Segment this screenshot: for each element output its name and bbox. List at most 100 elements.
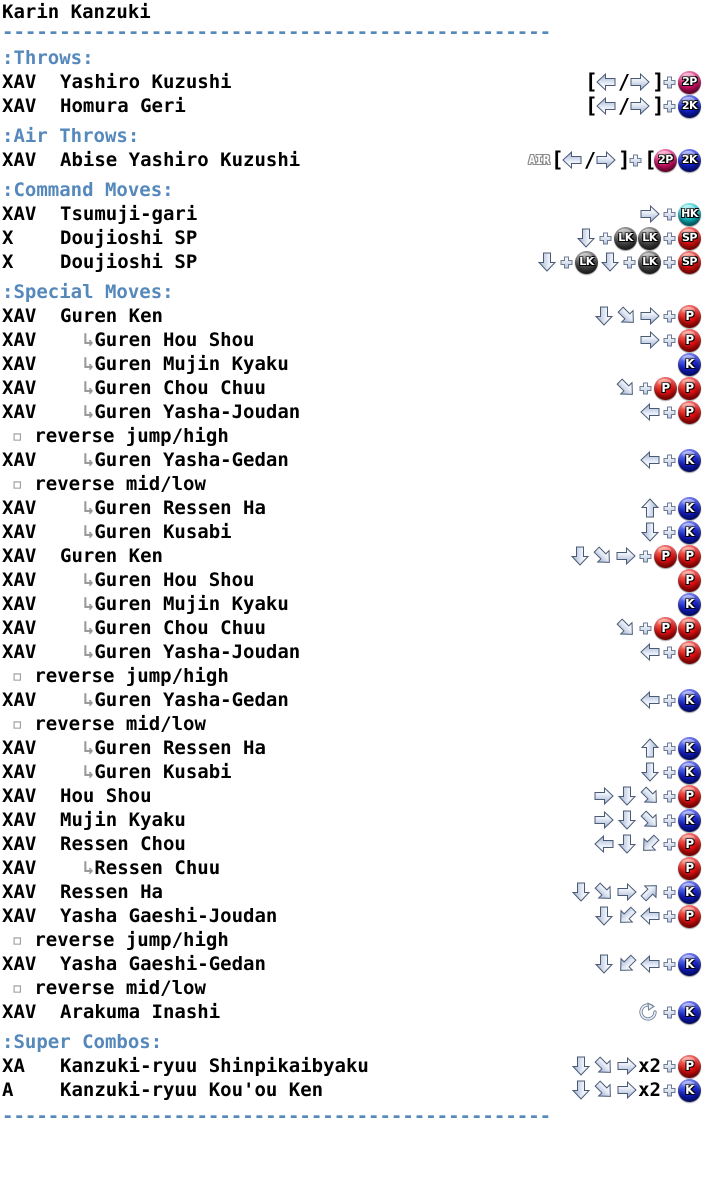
- section-heading: :Air Throws:: [2, 125, 140, 147]
- or-slash-symbol: /: [618, 70, 631, 94]
- move-level-tag: XAV: [2, 905, 37, 927]
- section-heading: :Command Moves:: [2, 179, 174, 201]
- plus-icon: [662, 737, 677, 759]
- arrow-downright-icon: [615, 617, 637, 639]
- repeat-x2-label: x2: [638, 1055, 661, 1077]
- arrow-downright-icon: [592, 545, 614, 567]
- button-badge-2k: 2K: [678, 148, 701, 172]
- plus-icon: [662, 329, 677, 351]
- arrow-down-icon: [599, 251, 621, 273]
- command-input: P: [593, 784, 701, 808]
- arrow-left-icon: [561, 149, 583, 171]
- follow-up-arrow-icon: ↳: [60, 353, 95, 375]
- command-input: LK LK SP: [575, 226, 701, 250]
- move-row: X Doujioshi SP LK LK SP: [0, 226, 705, 250]
- move-name: Guren Chou Chuu: [94, 617, 266, 639]
- plus-icon: [662, 785, 677, 807]
- move-name: Guren Mujin Kyaku: [94, 353, 289, 375]
- arrow-down-icon: [639, 761, 661, 783]
- move-name: Tsumuji-gari: [60, 203, 198, 225]
- arrow-right-icon: [639, 305, 661, 327]
- button-badge-p: P: [678, 832, 701, 856]
- move-level-tag: XAV: [2, 641, 37, 663]
- move-level-tag: XAV: [2, 953, 37, 975]
- arrow-downright-icon: [593, 881, 615, 903]
- follow-up-arrow-icon: ↳: [60, 569, 95, 591]
- move-name: Arakuma Inashi: [60, 1001, 221, 1023]
- note-bullet-icon: ▫: [0, 473, 35, 495]
- arrow-down-icon: [593, 305, 615, 327]
- arrow-downright-icon: [639, 785, 661, 807]
- move-row: XAV Tsumuji-gari HK: [0, 202, 705, 226]
- follow-up-arrow-icon: ↳: [60, 401, 95, 423]
- move-name: Hou Shou: [60, 785, 152, 807]
- arrow-upright-icon: [639, 881, 661, 903]
- move-note-row: ▫ reverse jump/high: [0, 664, 705, 688]
- move-level-tag: XAV: [2, 95, 37, 117]
- button-badge-lk: LK: [638, 250, 661, 274]
- arrow-left-icon: [639, 953, 661, 975]
- move-level-tag: XAV: [2, 521, 37, 543]
- move-level-tag: XAV: [2, 569, 37, 591]
- move-row: XAV ↳Guren Chou Chuu P P: [0, 616, 705, 640]
- plus-icon: [559, 251, 574, 273]
- button-badge-p: P: [678, 376, 701, 400]
- move-level-tag: XAV: [2, 149, 37, 171]
- move-note-row: ▫ reverse jump/high: [0, 424, 705, 448]
- move-name: Mujin Kyaku: [60, 809, 186, 831]
- command-input: PP: [569, 544, 701, 568]
- arrow-right-icon: [616, 881, 638, 903]
- move-name: Guren Yasha-Joudan: [94, 401, 301, 423]
- move-row: XAV ↳Guren Mujin Kyaku K: [0, 352, 705, 376]
- section-heading: :Super Combos:: [2, 1031, 163, 1053]
- button-badge-p: P: [678, 784, 701, 808]
- arrow-down-icon: [616, 809, 638, 831]
- arrow-down-icon: [593, 905, 615, 927]
- plus-icon: [662, 1001, 677, 1023]
- button-badge-2p: 2P: [654, 148, 677, 172]
- move-name: Guren Ressen Ha: [94, 737, 266, 759]
- move-name: Guren Kusabi: [94, 521, 232, 543]
- move-name: Guren Yasha-Joudan: [94, 641, 301, 663]
- button-badge-k: K: [678, 880, 701, 904]
- arrow-downright-icon: [639, 809, 661, 831]
- command-input: K: [678, 592, 701, 616]
- move-name: Yashiro Kuzushi: [60, 71, 232, 93]
- movelist-sheet: Karin Kanzuki ---------------------------…: [0, 0, 705, 1200]
- move-row: XAV Hou Shou P: [0, 784, 705, 808]
- command-input: P: [593, 904, 701, 928]
- button-badge-k: K: [678, 688, 701, 712]
- move-name: Guren Ressen Ha: [94, 497, 266, 519]
- plus-icon: [662, 953, 677, 975]
- button-badge-k: K: [678, 952, 701, 976]
- move-name: Doujioshi SP: [60, 251, 198, 273]
- move-row: X Doujioshi SP LK LK SP: [0, 250, 705, 274]
- divider-top: ----------------------------------------…: [2, 24, 552, 40]
- arrow-downleft-icon: [639, 833, 661, 855]
- follow-up-arrow-icon: ↳: [60, 377, 95, 399]
- move-level-tag: XAV: [2, 71, 37, 93]
- bracket-symbol: [: [585, 70, 598, 94]
- arrow-down-icon: [616, 833, 638, 855]
- move-row: XAV Mujin Kyaku K: [0, 808, 705, 832]
- follow-up-arrow-icon: ↳: [60, 329, 95, 351]
- plus-icon: [662, 449, 677, 471]
- arrow-down-icon: [616, 785, 638, 807]
- button-badge-p: P: [678, 1054, 701, 1078]
- move-row: XAV ↳Guren Hou Shou P: [0, 568, 705, 592]
- plus-icon: [662, 1055, 677, 1077]
- move-name: Guren Hou Shou: [94, 569, 255, 591]
- command-input: K: [639, 496, 701, 520]
- air-label: AIR: [528, 153, 550, 167]
- button-badge-p: P: [678, 328, 701, 352]
- bracket-symbol: [: [551, 148, 564, 172]
- move-name: Kanzuki-ryuu Kou'ou Ken: [60, 1079, 324, 1101]
- arrow-left-icon: [595, 95, 617, 117]
- plus-icon: [662, 833, 677, 855]
- arrow-left-icon: [595, 71, 617, 93]
- plus-icon: [662, 809, 677, 831]
- move-name: Guren Chou Chuu: [94, 377, 266, 399]
- button-badge-p: P: [654, 544, 677, 568]
- move-name: Guren Mujin Kyaku: [94, 593, 289, 615]
- move-level-tag: XAV: [2, 737, 37, 759]
